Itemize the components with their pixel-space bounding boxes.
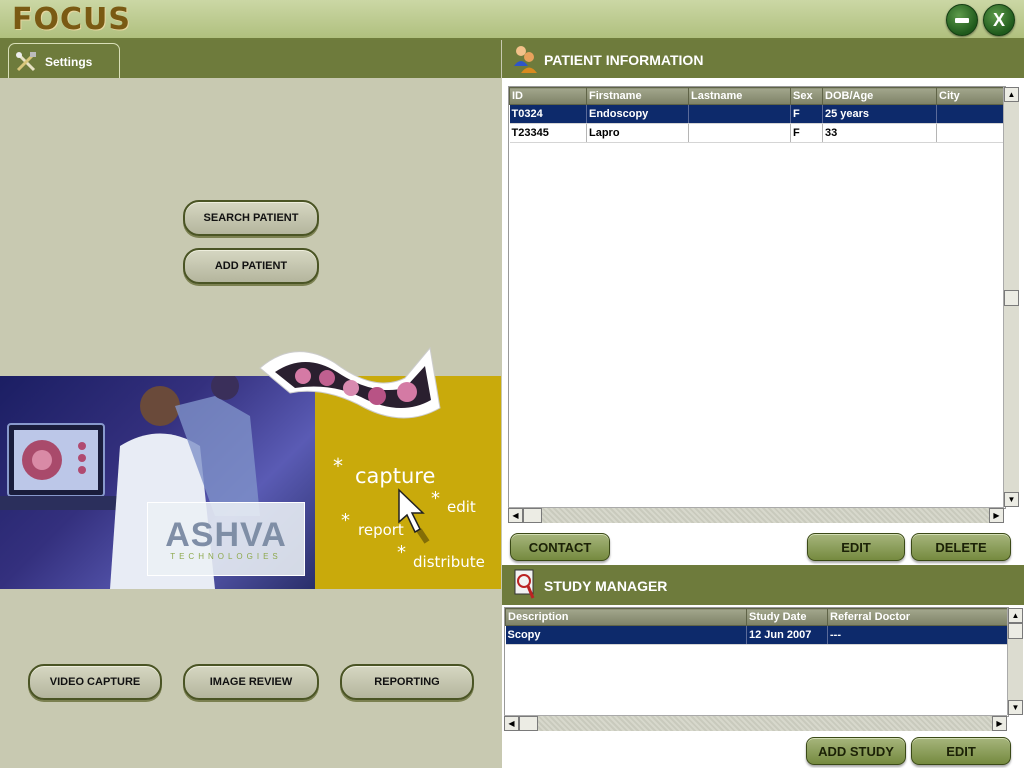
banner-word-distribute: distribute: [413, 553, 485, 571]
image-review-button[interactable]: IMAGE REVIEW: [183, 664, 319, 700]
cell-dob-age: 33: [822, 123, 937, 143]
minimize-icon: [955, 17, 969, 23]
film-strip-graphic: [259, 346, 441, 419]
cell-referral-doctor: ---: [827, 625, 1008, 645]
study-vertical-scrollbar[interactable]: ▲ ▼: [1007, 608, 1023, 715]
scroll-right-icon[interactable]: ▶: [989, 508, 1004, 523]
cell-study-date: 12 Jun 2007: [746, 625, 828, 645]
cell-city: [936, 104, 1005, 124]
column-header-lastname[interactable]: Lastname: [688, 87, 791, 105]
study-panel: Description Study Date Referral Doctor S…: [502, 605, 1024, 768]
ashva-logo: ASHVA TECHNOLOGIES: [147, 502, 305, 576]
app-logo: FOCUS: [12, 2, 131, 37]
table-row[interactable]: Scopy 12 Jun 2007 ---: [505, 625, 1008, 645]
column-header-id[interactable]: ID: [509, 87, 587, 105]
tools-icon: [16, 52, 36, 72]
study-manager-header: STUDY MANAGER: [502, 565, 1024, 605]
edit-patient-button[interactable]: EDIT: [807, 533, 905, 561]
mouse-cursor-icon: [398, 488, 430, 544]
cell-firstname: Endoscopy: [586, 104, 689, 124]
column-header-study-date[interactable]: Study Date: [746, 608, 828, 626]
scroll-thumb[interactable]: [523, 508, 542, 523]
scroll-thumb[interactable]: [1008, 623, 1023, 639]
scroll-up-icon[interactable]: ▲: [1008, 608, 1023, 623]
study-table-container: Description Study Date Referral Doctor S…: [504, 607, 1009, 717]
contact-button[interactable]: CONTACT: [510, 533, 610, 561]
cell-city: [936, 123, 1005, 143]
cell-sex: F: [790, 104, 823, 124]
title-bar: [0, 0, 1024, 40]
column-header-sex[interactable]: Sex: [790, 87, 823, 105]
edit-study-button[interactable]: EDIT: [911, 737, 1011, 765]
ashva-brand: ASHVA: [165, 515, 287, 554]
minimize-button[interactable]: [946, 4, 978, 36]
scroll-up-icon[interactable]: ▲: [1004, 87, 1019, 102]
cell-firstname: Lapro: [586, 123, 689, 143]
add-patient-button[interactable]: ADD PATIENT: [183, 248, 319, 284]
column-header-description[interactable]: Description: [505, 608, 747, 626]
cell-dob-age: 25 years: [822, 104, 937, 124]
column-header-dob-age[interactable]: DOB/Age: [822, 87, 937, 105]
delete-patient-button[interactable]: DELETE: [911, 533, 1011, 561]
add-study-button[interactable]: ADD STUDY: [806, 737, 906, 765]
patient-table: ID Firstname Lastname Sex DOB/Age City T…: [509, 87, 1005, 143]
patient-panel: ID Firstname Lastname Sex DOB/Age City T…: [502, 78, 1024, 565]
banner-word-capture: capture: [355, 464, 436, 488]
cell-id: T0324: [509, 104, 587, 124]
cell-lastname: [688, 123, 791, 143]
patient-vertical-scrollbar[interactable]: ▲ ▼: [1003, 87, 1019, 507]
column-header-firstname[interactable]: Firstname: [586, 87, 689, 105]
scroll-left-icon[interactable]: ◀: [504, 716, 519, 731]
scroll-thumb[interactable]: [1004, 290, 1019, 306]
search-patient-button[interactable]: SEARCH PATIENT: [183, 200, 319, 236]
patient-table-container: ID Firstname Lastname Sex DOB/Age City T…: [508, 86, 1006, 509]
cell-id: T23345: [509, 123, 587, 143]
video-capture-button[interactable]: VIDEO CAPTURE: [28, 664, 162, 700]
scroll-right-icon[interactable]: ▶: [992, 716, 1007, 731]
column-header-referral-doctor[interactable]: Referral Doctor: [827, 608, 1008, 626]
cell-sex: F: [790, 123, 823, 143]
column-header-city[interactable]: City: [936, 87, 1005, 105]
scroll-left-icon[interactable]: ◀: [508, 508, 523, 523]
table-row[interactable]: T0324 Endoscopy F 25 years: [509, 104, 1005, 124]
cell-lastname: [688, 104, 791, 124]
study-horizontal-scrollbar[interactable]: ◀ ▶: [504, 715, 1007, 731]
study-table: Description Study Date Referral Doctor S…: [505, 608, 1008, 645]
table-row[interactable]: T23345 Lapro F 33: [509, 123, 1005, 143]
cell-description: Scopy: [505, 625, 747, 645]
reporting-button[interactable]: REPORTING: [340, 664, 474, 700]
banner-word-edit: edit: [447, 498, 476, 516]
tab-settings[interactable]: Settings: [8, 43, 120, 80]
settings-label: Settings: [45, 55, 93, 69]
close-button[interactable]: X: [983, 4, 1015, 36]
ashva-brand-sub: TECHNOLOGIES: [170, 551, 282, 561]
scroll-down-icon[interactable]: ▼: [1004, 492, 1019, 507]
patient-table-header-row: ID Firstname Lastname Sex DOB/Age City: [509, 87, 1005, 105]
scroll-thumb[interactable]: [519, 716, 538, 731]
study-manager-title: STUDY MANAGER: [544, 578, 668, 594]
patient-info-header: PATIENT INFORMATION: [502, 40, 1024, 78]
patient-horizontal-scrollbar[interactable]: ◀ ▶: [508, 507, 1004, 523]
study-search-icon: [514, 569, 535, 599]
patients-icon: [514, 46, 537, 73]
scroll-down-icon[interactable]: ▼: [1008, 700, 1023, 715]
study-table-header-row: Description Study Date Referral Doctor: [505, 608, 1008, 626]
patient-info-title: PATIENT INFORMATION: [544, 52, 704, 68]
